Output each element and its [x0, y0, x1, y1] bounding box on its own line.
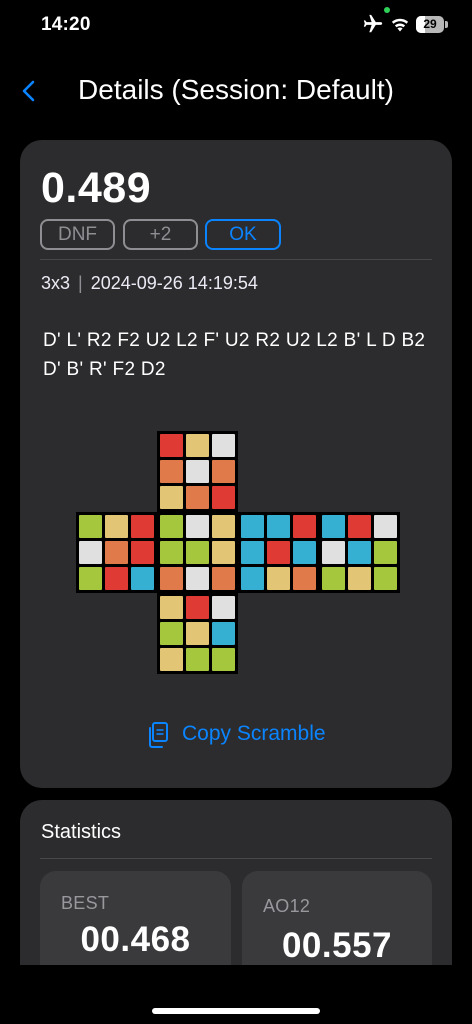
cube-sticker — [293, 567, 316, 590]
cube-sticker — [160, 434, 183, 457]
cube-sticker — [131, 515, 154, 538]
divider — [40, 259, 432, 260]
cube-sticker — [293, 515, 316, 538]
cube-sticker — [374, 541, 397, 564]
stat-ao12-value: 00.557 — [281, 926, 393, 965]
home-indicator — [152, 1008, 320, 1014]
cube-sticker — [160, 567, 183, 590]
cube-sticker — [374, 567, 397, 590]
cube-sticker — [241, 515, 264, 538]
stat-best-value: 00.468 — [80, 920, 191, 959]
solve-details-card: 0.489 DNF +2 OK 3x3 | 2024-09-26 14:19:54 … — [20, 140, 452, 788]
cube-sticker — [186, 541, 209, 564]
copy-icon — [149, 722, 168, 748]
penalty-plus2-button[interactable]: +2 — [123, 219, 198, 250]
solve-datetime: 2024-09-26 14:19:54 — [90, 273, 258, 293]
cube-sticker — [131, 567, 154, 590]
wifi-icon — [391, 18, 409, 32]
cube-sticker — [348, 567, 371, 590]
cube-sticker — [322, 515, 345, 538]
cube-sticker — [267, 541, 290, 564]
cube-sticker — [212, 434, 235, 457]
cube-face-front — [157, 512, 238, 593]
statistics-title: Statistics — [41, 821, 122, 843]
cube-sticker — [212, 515, 235, 538]
cube-sticker — [131, 541, 154, 564]
cube-sticker — [105, 515, 128, 538]
cube-face-left — [76, 512, 157, 593]
cube-sticker — [160, 460, 183, 483]
cube-sticker — [79, 515, 102, 538]
cube-sticker — [241, 567, 264, 590]
cube-sticker — [212, 567, 235, 590]
page-title: Details (Session: Default) — [78, 74, 394, 105]
cube-sticker — [267, 567, 290, 590]
cube-sticker — [160, 596, 183, 619]
scramble-text: D' L' R2 F2 U2 L2 F' U2 R2 U2 L2 B' L D … — [43, 330, 426, 380]
cube-sticker — [212, 541, 235, 564]
cube-sticker — [186, 622, 209, 645]
cube-sticker — [186, 460, 209, 483]
cube-face-up — [157, 431, 238, 512]
divider — [40, 858, 432, 859]
cube-sticker — [212, 622, 235, 645]
battery-icon: 29 — [416, 16, 448, 33]
cube-sticker — [322, 567, 345, 590]
cube-sticker — [374, 515, 397, 538]
cube-sticker — [322, 541, 345, 564]
cube-sticker — [267, 515, 290, 538]
cube-sticker — [160, 648, 183, 671]
cube-sticker — [212, 460, 235, 483]
stat-best-label: BEST — [61, 893, 110, 913]
solve-time: 0.489 — [41, 164, 152, 212]
cube-sticker — [348, 515, 371, 538]
solve-meta: 3x3 | 2024-09-26 14:19:54 — [41, 273, 258, 294]
battery-level: 29 — [423, 17, 437, 31]
cube-sticker — [186, 596, 209, 619]
cube-net — [76, 431, 400, 675]
cube-sticker — [212, 486, 235, 509]
copy-scramble-label: Copy Scramble — [182, 722, 326, 745]
cube-sticker — [160, 515, 183, 538]
cube-sticker — [186, 648, 209, 671]
airplane-mode-icon — [363, 14, 383, 33]
cube-sticker — [212, 596, 235, 619]
cube-sticker — [186, 567, 209, 590]
cube-face-down — [157, 593, 238, 674]
cube-face-right — [238, 512, 319, 593]
cube-sticker — [293, 541, 316, 564]
privacy-indicator-dot — [384, 7, 390, 13]
cube-sticker — [79, 567, 102, 590]
cube-sticker — [160, 622, 183, 645]
cube-sticker — [186, 515, 209, 538]
puzzle-type: 3x3 — [41, 273, 71, 293]
cube-sticker — [105, 567, 128, 590]
status-time: 14:20 — [41, 14, 91, 35]
penalty-dnf-button[interactable]: DNF — [40, 219, 115, 250]
meta-separator: | — [78, 273, 83, 293]
cube-sticker — [186, 486, 209, 509]
cube-sticker — [79, 541, 102, 564]
navigation-bar: Details (Session: Default) — [0, 60, 472, 124]
stat-ao12-label: AO12 — [263, 896, 311, 916]
status-bar: 14:20 29 — [0, 0, 472, 52]
cube-face-back — [319, 512, 400, 593]
cube-sticker — [212, 648, 235, 671]
cube-sticker — [348, 541, 371, 564]
cube-sticker — [105, 541, 128, 564]
bottom-safe-area — [0, 965, 472, 1024]
cube-sticker — [186, 434, 209, 457]
cube-sticker — [160, 486, 183, 509]
cube-sticker — [160, 541, 183, 564]
cube-sticker — [241, 541, 264, 564]
penalty-ok-button[interactable]: OK — [205, 219, 281, 250]
